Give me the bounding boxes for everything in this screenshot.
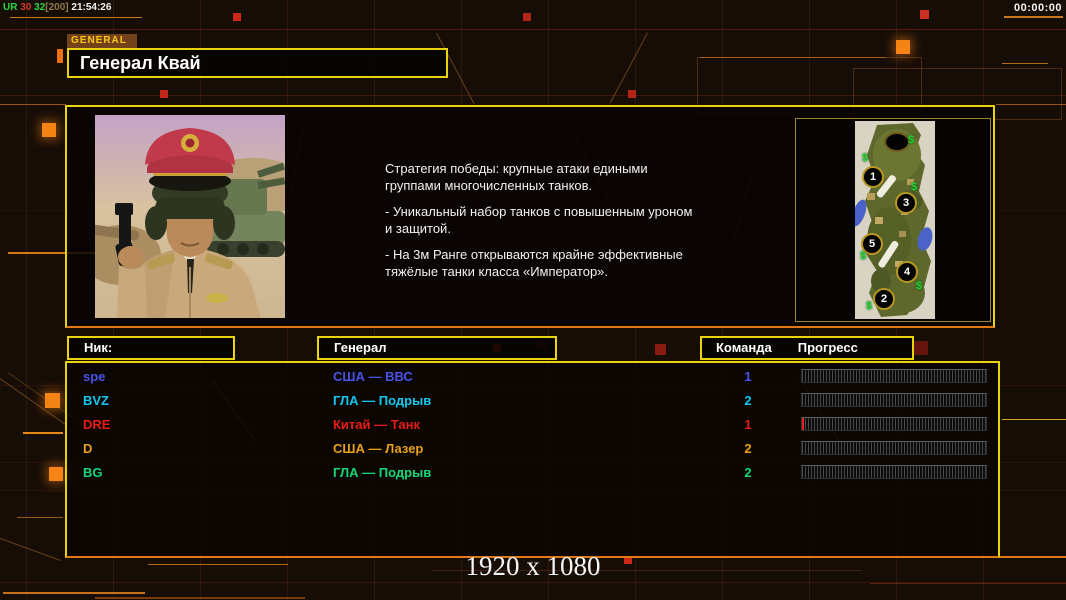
bg-decoration	[3, 592, 145, 594]
supply-dollar-icon: $	[860, 250, 867, 262]
bg-decoration	[0, 29, 1066, 30]
bg-decoration	[523, 13, 531, 21]
general-tab-label: GENERAL	[67, 34, 137, 48]
player-progress-bar	[801, 369, 987, 383]
column-header-general: Генерал	[317, 336, 557, 360]
bg-decoration	[160, 90, 168, 98]
bg-decoration	[914, 341, 928, 355]
description-paragraph: - Уникальный набор танков с повышенным у…	[385, 204, 693, 236]
bg-decoration	[896, 40, 910, 54]
bg-decoration	[920, 10, 929, 19]
player-team: 2	[744, 393, 752, 408]
header-progress-label: Прогресс	[797, 340, 858, 355]
status-segment: [200]	[45, 2, 72, 13]
general-description: Стратегия победы: крупные атаки едиными …	[385, 160, 725, 289]
player-nick: D	[83, 441, 93, 456]
player-team: 2	[744, 441, 752, 456]
player-row: DRE Китай — Танк 1	[67, 413, 998, 437]
player-nick: spe	[83, 369, 106, 384]
general-portrait-image	[81, 115, 286, 318]
map-start-marker-2: 2	[873, 288, 895, 310]
bg-decoration	[49, 467, 63, 481]
supply-dollar-icon: $	[911, 181, 918, 193]
column-header-nick: Ник:	[67, 336, 235, 360]
player-general: ГЛА — Подрыв	[333, 393, 432, 408]
map-start-marker-4: 4	[896, 261, 918, 283]
bg-decoration	[233, 13, 241, 21]
player-row: BVZ ГЛА — Подрыв 2	[67, 389, 998, 413]
header-team-label: Команда	[716, 340, 772, 355]
player-nick: BG	[83, 465, 103, 480]
status-segment: 32	[34, 2, 46, 13]
column-header-team-progress: Команда Прогресс	[700, 336, 914, 360]
player-row: BG ГЛА — Подрыв 2	[67, 461, 998, 485]
map-markers: 1 3 5 4 2 $ $ $ $ $ $	[855, 121, 935, 319]
bg-decoration	[628, 90, 636, 98]
bg-decoration	[23, 432, 63, 434]
bg-decoration	[1002, 419, 1066, 420]
description-paragraph: - На 3м Ранге открываются крайне эффекти…	[385, 247, 683, 279]
resolution-label: 1920 x 1080	[465, 551, 601, 581]
player-team: 1	[744, 417, 752, 432]
map-start-marker-1: 1	[862, 166, 884, 188]
player-progress-bar	[801, 465, 987, 479]
player-row: D США — Лазер 2	[67, 437, 998, 461]
header-general-label: Генерал	[334, 340, 387, 355]
supply-dollar-icon: $	[916, 280, 923, 292]
bg-decoration	[42, 123, 56, 137]
player-nick: DRE	[83, 417, 111, 432]
status-segment: UR	[3, 2, 21, 13]
player-progress-bar	[801, 441, 987, 455]
player-general: Китай — Танк	[333, 417, 420, 432]
status-segment: 30	[20, 2, 35, 13]
player-team: 2	[744, 465, 752, 480]
network-status: UR 30 32[200] 21:54:26	[3, 2, 111, 13]
map-terrain: 1 3 5 4 2 $ $ $ $ $ $	[851, 121, 935, 319]
general-title-box: Генерал Квай	[67, 48, 448, 78]
player-team: 1	[744, 369, 752, 384]
players-table-rows: spe США — ВВС 1 BVZ ГЛА — Подрыв 2 DRE Китай — …	[67, 365, 998, 485]
map-structure-marker	[884, 132, 910, 152]
game-lobby-screen: UR 30 32[200] 21:54:26 00:00:00 GENERAL …	[0, 0, 1066, 600]
bg-decoration	[1004, 16, 1063, 18]
players-table: spe США — ВВС 1 BVZ ГЛА — Подрыв 2 DRE Китай — …	[65, 361, 1000, 558]
player-progress-bar	[801, 393, 987, 407]
progress-tick	[802, 418, 804, 430]
supply-dollar-icon: $	[866, 300, 873, 312]
general-info-panel: Стратегия победы: крупные атаки едиными …	[65, 105, 995, 328]
bg-decoration	[655, 344, 666, 355]
bg-decoration	[57, 49, 63, 63]
supply-dollar-icon: $	[862, 152, 869, 164]
map-start-marker-3: 3	[895, 192, 917, 214]
player-general: США — Лазер	[333, 441, 424, 456]
header-nick-label: Ник:	[84, 340, 113, 355]
map-preview: 1 3 5 4 2 $ $ $ $ $ $	[795, 118, 991, 322]
bg-decoration	[7, 372, 74, 419]
player-general: ГЛА — Подрыв	[333, 465, 432, 480]
player-progress-bar	[801, 417, 987, 431]
status-segment: 21:54:26	[71, 2, 112, 13]
supply-dollar-icon: $	[908, 134, 915, 146]
bg-decoration	[870, 583, 1066, 584]
bg-decoration	[10, 17, 142, 18]
player-row: spe США — ВВС 1	[67, 365, 998, 389]
bg-decoration	[26, 0, 27, 600]
player-general: США — ВВС	[333, 369, 413, 384]
general-portrait	[81, 115, 286, 318]
description-paragraph: Стратегия победы: крупные атаки едиными …	[385, 161, 648, 193]
bg-decoration	[1002, 63, 1048, 64]
match-timer: 00:00:00	[1013, 2, 1062, 14]
bg-decoration	[0, 104, 66, 105]
bg-decoration	[17, 517, 63, 518]
player-nick: BVZ	[83, 393, 109, 408]
bg-decoration	[95, 597, 305, 599]
page-title: Генерал Квай	[80, 53, 201, 73]
